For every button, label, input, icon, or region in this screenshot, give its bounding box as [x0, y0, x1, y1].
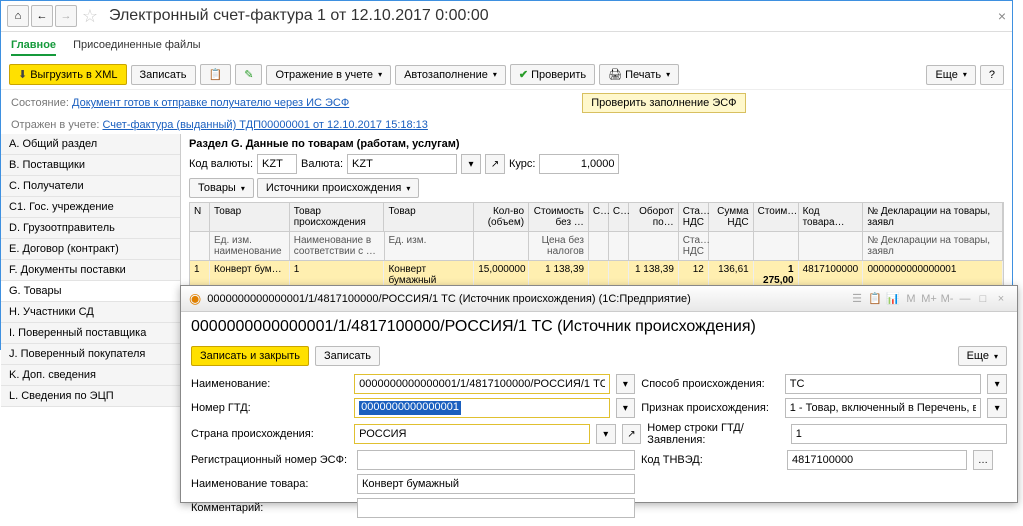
drop-icon[interactable]: ▾ — [987, 398, 1007, 418]
maximize-icon[interactable]: □ — [975, 291, 991, 307]
open-icon[interactable]: ↗ — [622, 424, 642, 444]
drop-icon[interactable]: ▾ — [596, 424, 616, 444]
print-button[interactable]: 🖨 Печать▾ — [599, 64, 679, 85]
browse-icon[interactable]: … — [973, 450, 993, 470]
sidebar-item[interactable]: G. Товары — [1, 281, 180, 302]
tnved-input[interactable] — [787, 450, 967, 470]
tab-files[interactable]: Присоединенные файлы — [73, 36, 200, 54]
sidebar-item[interactable]: E. Договор (контракт) — [1, 239, 180, 260]
sidebar-item[interactable]: I. Поверенный поставщика — [1, 323, 180, 344]
tool-icon[interactable]: ☰ — [849, 291, 865, 307]
autofill-button[interactable]: Автозаполнение▾ — [395, 65, 506, 85]
currency-open-icon[interactable]: ↗ — [485, 154, 505, 174]
home-button[interactable]: ⌂ — [7, 5, 29, 27]
goods-tab-button[interactable]: Товары▾ — [189, 178, 254, 198]
tool-icon[interactable]: 📋 — [867, 291, 883, 307]
dialog-heading: 0000000000000001/1/4817100000/РОССИЯ/1 Т… — [181, 312, 1017, 342]
app-icon: ◉ — [189, 290, 201, 307]
star-icon[interactable]: ☆ — [79, 5, 101, 27]
comment-label: Комментарий: — [191, 502, 351, 514]
drop-icon[interactable]: ▾ — [987, 374, 1007, 394]
currency-drop-icon[interactable]: ▾ — [461, 154, 481, 174]
page-title: Электронный счет-фактура 1 от 12.10.2017… — [109, 7, 489, 25]
sidebar-item[interactable]: A. Общий раздел — [1, 134, 180, 155]
sidebar-item[interactable]: B. Поставщики — [1, 155, 180, 176]
method-input[interactable] — [785, 374, 982, 394]
goods-name-input[interactable] — [357, 474, 635, 494]
save-close-button[interactable]: Записать и закрыть — [191, 346, 309, 366]
toolbar: ⬇Выгрузить в XML Записать 📋 ✎ Отражение … — [1, 60, 1012, 90]
minimize-icon[interactable]: — — [957, 291, 973, 307]
tool-icon[interactable]: 📊 — [885, 291, 901, 307]
copy-button[interactable]: 📋 — [200, 64, 232, 85]
more-button[interactable]: Еще▾ — [926, 65, 975, 85]
comment-input[interactable] — [357, 498, 635, 518]
back-button[interactable]: ← — [31, 5, 53, 27]
reflect-button[interactable]: Отражение в учете▾ — [266, 65, 391, 85]
forward-button[interactable]: → — [55, 5, 77, 27]
reg-label: Регистрационный номер ЭСФ: — [191, 454, 351, 466]
method-label: Способ происхождения: — [641, 378, 778, 390]
dialog-title-text: 0000000000000001/1/4817100000/РОССИЯ/1 Т… — [207, 293, 691, 305]
dialog-save-button[interactable]: Записать — [315, 346, 380, 366]
sign-input[interactable] — [785, 398, 982, 418]
status-row: Состояние: Документ готов к отправке пол… — [1, 90, 1012, 116]
drop-icon[interactable]: ▾ — [616, 398, 636, 418]
country-label: Страна происхождения: — [191, 428, 348, 440]
sidebar-item[interactable]: H. Участники СД — [1, 302, 180, 323]
save-button[interactable]: Записать — [131, 65, 196, 85]
reflect-link[interactable]: Счет-фактура (выданный) ТДП00000001 от 1… — [102, 119, 427, 131]
line-input[interactable] — [791, 424, 1007, 444]
edit-button[interactable]: ✎ — [235, 64, 262, 85]
tool-icon[interactable]: M- — [939, 291, 955, 307]
status-link[interactable]: Документ готов к отправке получателю чер… — [72, 97, 349, 109]
help-button[interactable]: ? — [980, 65, 1004, 85]
line-label: Номер строки ГТД/Заявления: — [647, 422, 784, 446]
origin-dialog: ◉ 0000000000000001/1/4817100000/РОССИЯ/1… — [180, 285, 1018, 503]
view-tabs: Главное Присоединенные файлы — [1, 32, 1012, 60]
rate-input[interactable] — [539, 154, 619, 174]
export-xml-button[interactable]: ⬇Выгрузить в XML — [9, 64, 127, 85]
goods-name-label: Наименование товара: — [191, 478, 351, 490]
gtd-label: Номер ГТД: — [191, 402, 348, 414]
dialog-more-button[interactable]: Еще▾ — [958, 346, 1007, 366]
panel-title: Раздел G. Данные по товарам (работам, ус… — [189, 138, 1004, 150]
currency-label: Валюта: — [301, 158, 343, 170]
tab-main[interactable]: Главное — [11, 36, 56, 56]
reg-input[interactable] — [357, 450, 635, 470]
rate-label: Курс: — [509, 158, 535, 170]
reflect-row: Отражен в учете: Счет-фактура (выданный)… — [1, 116, 1012, 134]
country-input[interactable] — [354, 424, 590, 444]
sidebar-item[interactable]: J. Поверенный покупателя — [1, 344, 180, 365]
sources-tab-button[interactable]: Источники происхождения▾ — [257, 178, 419, 198]
check-fill-banner[interactable]: Проверить заполнение ЭСФ — [582, 93, 745, 113]
section-sidebar: A. Общий разделB. ПоставщикиC. Получател… — [1, 134, 181, 354]
tnved-label: Код ТНВЭД: — [641, 454, 781, 466]
currency-code-label: Код валюты: — [189, 158, 253, 170]
drop-icon[interactable]: ▾ — [616, 374, 636, 394]
sidebar-item[interactable]: K. Доп. сведения — [1, 365, 180, 386]
name-input[interactable] — [354, 374, 609, 394]
currency-input[interactable] — [347, 154, 457, 174]
name-label: Наименование: — [191, 378, 348, 390]
dialog-titlebar: ◉ 0000000000000001/1/4817100000/РОССИЯ/1… — [181, 286, 1017, 312]
gtd-input[interactable]: 0000000000000001 — [354, 398, 609, 418]
sidebar-item[interactable]: D. Грузоотправитель — [1, 218, 180, 239]
close-icon[interactable]: × — [998, 8, 1006, 24]
close-icon[interactable]: × — [993, 291, 1009, 307]
sidebar-item[interactable]: F. Документы поставки — [1, 260, 180, 281]
tool-icon[interactable]: M+ — [921, 291, 937, 307]
sidebar-item[interactable]: C1. Гос. учреждение — [1, 197, 180, 218]
sidebar-item[interactable]: L. Сведения по ЭЦП — [1, 386, 180, 407]
check-button[interactable]: ✔Проверить — [510, 64, 595, 85]
tool-icon[interactable]: M — [903, 291, 919, 307]
sidebar-item[interactable]: C. Получатели — [1, 176, 180, 197]
currency-code-input[interactable] — [257, 154, 297, 174]
titlebar: ⌂ ← → ☆ Электронный счет-фактура 1 от 12… — [1, 1, 1012, 32]
sign-label: Признак происхождения: — [641, 402, 778, 414]
